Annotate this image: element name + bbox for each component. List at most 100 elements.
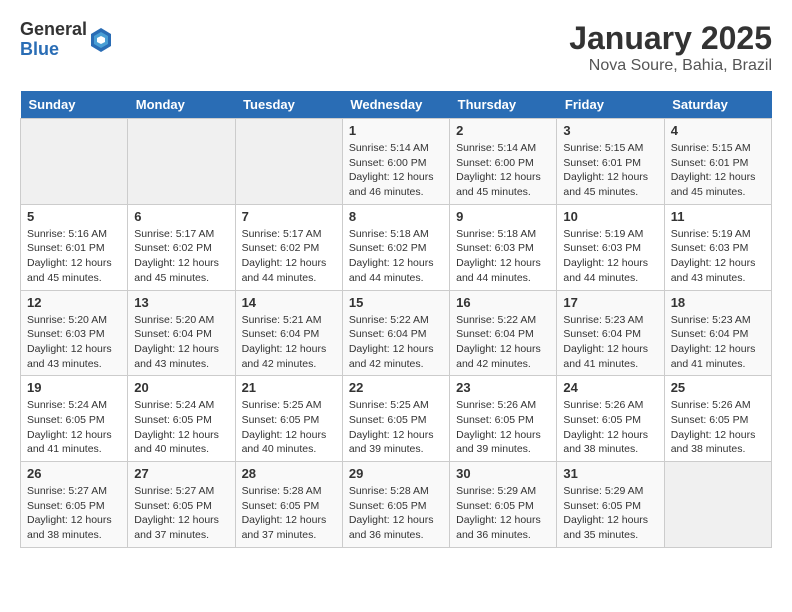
day-number: 29 — [349, 466, 443, 481]
calendar-cell: 29 Sunrise: 5:28 AMSunset: 6:05 PMDayligh… — [342, 462, 449, 548]
calendar-cell: 18 Sunrise: 5:23 AMSunset: 6:04 PMDayligh… — [664, 290, 771, 376]
day-info: Sunrise: 5:19 AMSunset: 6:03 PMDaylight:… — [563, 227, 657, 286]
day-number: 25 — [671, 380, 765, 395]
day-info: Sunrise: 5:22 AMSunset: 6:04 PMDaylight:… — [456, 313, 550, 372]
day-info: Sunrise: 5:29 AMSunset: 6:05 PMDaylight:… — [563, 484, 657, 543]
calendar-cell: 19 Sunrise: 5:24 AMSunset: 6:05 PMDayligh… — [21, 376, 128, 462]
day-header-thursday: Thursday — [450, 91, 557, 119]
day-number: 19 — [27, 380, 121, 395]
day-info: Sunrise: 5:15 AMSunset: 6:01 PMDaylight:… — [563, 141, 657, 200]
day-header-tuesday: Tuesday — [235, 91, 342, 119]
calendar-week-2: 5 Sunrise: 5:16 AMSunset: 6:01 PMDaylight… — [21, 204, 772, 290]
calendar-cell: 27 Sunrise: 5:27 AMSunset: 6:05 PMDayligh… — [128, 462, 235, 548]
calendar-cell: 24 Sunrise: 5:26 AMSunset: 6:05 PMDayligh… — [557, 376, 664, 462]
day-info: Sunrise: 5:26 AMSunset: 6:05 PMDaylight:… — [563, 398, 657, 457]
calendar-cell: 9 Sunrise: 5:18 AMSunset: 6:03 PMDaylight… — [450, 204, 557, 290]
day-header-friday: Friday — [557, 91, 664, 119]
day-info: Sunrise: 5:28 AMSunset: 6:05 PMDaylight:… — [349, 484, 443, 543]
day-number: 3 — [563, 123, 657, 138]
calendar-week-4: 19 Sunrise: 5:24 AMSunset: 6:05 PMDayligh… — [21, 376, 772, 462]
calendar-cell: 10 Sunrise: 5:19 AMSunset: 6:03 PMDayligh… — [557, 204, 664, 290]
day-number: 8 — [349, 209, 443, 224]
day-number: 24 — [563, 380, 657, 395]
calendar-cell: 17 Sunrise: 5:23 AMSunset: 6:04 PMDayligh… — [557, 290, 664, 376]
day-info: Sunrise: 5:27 AMSunset: 6:05 PMDaylight:… — [27, 484, 121, 543]
day-number: 18 — [671, 295, 765, 310]
calendar-cell: 15Sunrise: 5:22 AMSunset: 6:04 PMDayligh… — [342, 290, 449, 376]
day-info: Sunrise: 5:21 AMSunset: 6:04 PMDaylight:… — [242, 313, 336, 372]
calendar-cell: 2Sunrise: 5:14 AMSunset: 6:00 PMDaylight… — [450, 119, 557, 205]
day-number: 14 — [242, 295, 336, 310]
month-year-title: January 2025 — [569, 20, 772, 57]
day-number: 17 — [563, 295, 657, 310]
calendar-cell: 21 Sunrise: 5:25 AMSunset: 6:05 PMDayligh… — [235, 376, 342, 462]
day-info: Sunrise: 5:24 AMSunset: 6:05 PMDaylight:… — [134, 398, 228, 457]
calendar-cell: 13 Sunrise: 5:20 AMSunset: 6:04 PMDayligh… — [128, 290, 235, 376]
day-number: 16 — [456, 295, 550, 310]
calendar-cell: 3 Sunrise: 5:15 AMSunset: 6:01 PMDaylight… — [557, 119, 664, 205]
day-number: 26 — [27, 466, 121, 481]
day-info: Sunrise: 5:16 AMSunset: 6:01 PMDaylight:… — [27, 227, 121, 286]
day-info: Sunrise: 5:28 AMSunset: 6:05 PMDaylight:… — [242, 484, 336, 543]
calendar-cell — [664, 462, 771, 548]
day-header-monday: Monday — [128, 91, 235, 119]
logo-general: General — [20, 20, 87, 40]
day-info: Sunrise: 5:23 AMSunset: 6:04 PMDaylight:… — [563, 313, 657, 372]
title-block: January 2025 Nova Soure, Bahia, Brazil — [569, 20, 772, 75]
calendar-cell: 7 Sunrise: 5:17 AMSunset: 6:02 PMDaylight… — [235, 204, 342, 290]
day-number: 23 — [456, 380, 550, 395]
calendar-cell: 14 Sunrise: 5:21 AMSunset: 6:04 PMDayligh… — [235, 290, 342, 376]
day-number: 31 — [563, 466, 657, 481]
location-subtitle: Nova Soure, Bahia, Brazil — [569, 57, 772, 75]
day-number: 12 — [27, 295, 121, 310]
calendar-cell: 4 Sunrise: 5:15 AMSunset: 6:01 PMDaylight… — [664, 119, 771, 205]
day-info: Sunrise: 5:15 AMSunset: 6:01 PMDaylight:… — [671, 141, 765, 200]
calendar-cell: 16 Sunrise: 5:22 AMSunset: 6:04 PMDayligh… — [450, 290, 557, 376]
day-number: 30 — [456, 466, 550, 481]
day-info: Sunrise: 5:26 AMSunset: 6:05 PMDaylight:… — [671, 398, 765, 457]
day-number: 7 — [242, 209, 336, 224]
day-info: Sunrise: 5:18 AMSunset: 6:02 PMDaylight:… — [349, 227, 443, 286]
day-info: Sunrise: 5:24 AMSunset: 6:05 PMDaylight:… — [27, 398, 121, 457]
calendar-week-1: 1Sunrise: 5:14 AMSunset: 6:00 PMDaylight… — [21, 119, 772, 205]
logo: General Blue — [20, 20, 113, 60]
day-number: 5 — [27, 209, 121, 224]
calendar-week-5: 26 Sunrise: 5:27 AMSunset: 6:05 PMDayligh… — [21, 462, 772, 548]
logo-blue: Blue — [20, 40, 87, 60]
day-info: Sunrise: 5:29 AMSunset: 6:05 PMDaylight:… — [456, 484, 550, 543]
day-info: Sunrise: 5:25 AMSunset: 6:05 PMDaylight:… — [242, 398, 336, 457]
day-number: 21 — [242, 380, 336, 395]
day-info: Sunrise: 5:23 AMSunset: 6:04 PMDaylight:… — [671, 313, 765, 372]
day-number: 28 — [242, 466, 336, 481]
calendar-cell: 20 Sunrise: 5:24 AMSunset: 6:05 PMDayligh… — [128, 376, 235, 462]
logo-icon — [89, 26, 113, 54]
calendar-cell: 28 Sunrise: 5:28 AMSunset: 6:05 PMDayligh… — [235, 462, 342, 548]
calendar-week-3: 12Sunrise: 5:20 AMSunset: 6:03 PMDayligh… — [21, 290, 772, 376]
day-info: Sunrise: 5:18 AMSunset: 6:03 PMDaylight:… — [456, 227, 550, 286]
day-header-wednesday: Wednesday — [342, 91, 449, 119]
calendar-cell: 6Sunrise: 5:17 AMSunset: 6:02 PMDaylight… — [128, 204, 235, 290]
day-number: 13 — [134, 295, 228, 310]
calendar-cell — [128, 119, 235, 205]
day-number: 10 — [563, 209, 657, 224]
day-number: 2 — [456, 123, 550, 138]
page-header: General Blue January 2025 Nova Soure, Ba… — [20, 20, 772, 75]
day-info: Sunrise: 5:20 AMSunset: 6:04 PMDaylight:… — [134, 313, 228, 372]
calendar-cell: 31 Sunrise: 5:29 AMSunset: 6:05 PMDayligh… — [557, 462, 664, 548]
calendar-cell — [235, 119, 342, 205]
day-number: 4 — [671, 123, 765, 138]
calendar-cell: 23Sunrise: 5:26 AMSunset: 6:05 PMDayligh… — [450, 376, 557, 462]
day-info: Sunrise: 5:27 AMSunset: 6:05 PMDaylight:… — [134, 484, 228, 543]
day-number: 20 — [134, 380, 228, 395]
calendar-cell: 12Sunrise: 5:20 AMSunset: 6:03 PMDayligh… — [21, 290, 128, 376]
day-info: Sunrise: 5:17 AMSunset: 6:02 PMDaylight:… — [242, 227, 336, 286]
calendar-cell: 26 Sunrise: 5:27 AMSunset: 6:05 PMDayligh… — [21, 462, 128, 548]
day-info: Sunrise: 5:17 AMSunset: 6:02 PMDaylight:… — [134, 227, 228, 286]
day-number: 9 — [456, 209, 550, 224]
calendar-cell: 8 Sunrise: 5:18 AMSunset: 6:02 PMDaylight… — [342, 204, 449, 290]
day-header-saturday: Saturday — [664, 91, 771, 119]
day-number: 22 — [349, 380, 443, 395]
day-number: 27 — [134, 466, 228, 481]
calendar-cell — [21, 119, 128, 205]
calendar-cell: 1Sunrise: 5:14 AMSunset: 6:00 PMDaylight… — [342, 119, 449, 205]
